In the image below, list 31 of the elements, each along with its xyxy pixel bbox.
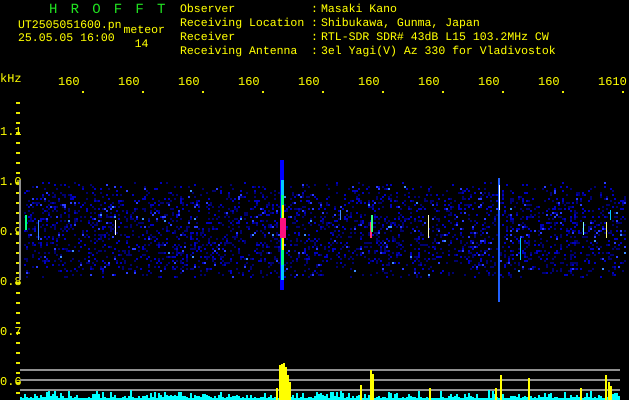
info-value: Shibukawa, Gunma, Japan (321, 18, 481, 32)
info-separator: : (311, 46, 319, 60)
axis-value-label: 0.6 (0, 375, 22, 389)
frequency-label: 160 (478, 75, 500, 89)
frequency-label: 160 (418, 75, 440, 89)
frequency-label: 160 (178, 75, 200, 89)
axis-value-label: 0.7 (0, 325, 22, 339)
frequency-label: 160 (238, 75, 260, 89)
info-label: Receiving Antenna (180, 46, 298, 60)
info-label: Observer (180, 4, 236, 18)
info-separator: : (311, 4, 319, 18)
info-label: Receiving Location (180, 18, 306, 32)
frequency-label: 1610 (598, 75, 627, 89)
info-separator: : (311, 18, 319, 32)
info-value: Masaki Kano (321, 4, 398, 18)
axis-value-label: 1.1 (0, 125, 22, 139)
file-name: UT2505051600.pn (18, 20, 122, 32)
count-label: 14 (134, 39, 148, 51)
info-value: 3el Yagi(V) Az 330 for Vladivostok (321, 46, 556, 60)
frequency-label: 160 (538, 75, 560, 89)
frequency-label: 160 (358, 75, 380, 89)
mode-label: meteor (124, 25, 165, 36)
frequency-label: 160 (298, 75, 320, 89)
info-label: Receiver (180, 32, 236, 46)
date-time: 25.05.05 16:00 (18, 33, 115, 45)
info-value: RTL-SDR SDR# 43dB L15 103.2MHz CW (321, 32, 550, 46)
frequency-label: 160 (58, 75, 80, 89)
frequency-label: 160 (118, 75, 140, 89)
axis-unit: kHz (0, 72, 22, 86)
info-separator: : (311, 32, 319, 46)
app-title: H R O F F T (48, 4, 169, 17)
